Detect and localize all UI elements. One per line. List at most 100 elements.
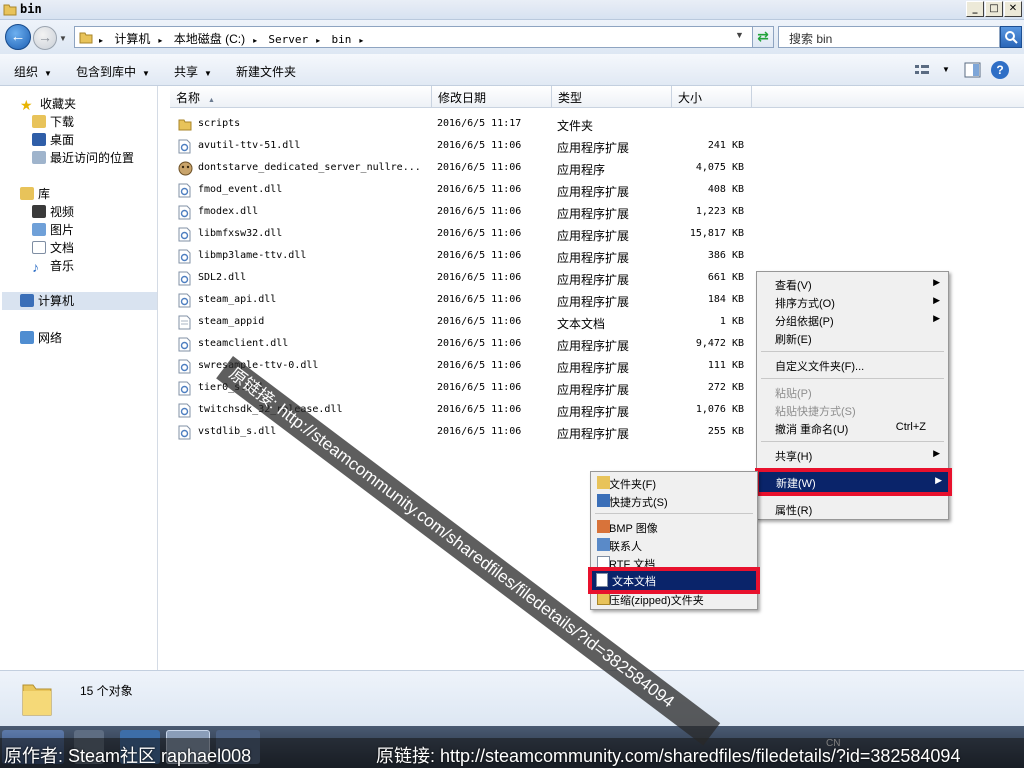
new-folder-button[interactable]: 新建文件夹 [236, 63, 296, 80]
folder-icon [79, 30, 93, 44]
file-type: 文件夹 [557, 119, 594, 133]
breadcrumb[interactable]: ▸ 计算机 ▸ 本地磁盘 (C:) ▸ Server ▸ bin ▸ [99, 30, 371, 47]
dll-file-icon [178, 139, 192, 154]
nav-computer[interactable]: 计算机 [2, 292, 157, 310]
breadcrumb-drive[interactable]: 本地磁盘 (C:) [174, 32, 245, 46]
address-dropdown-icon[interactable]: ▼ [735, 30, 744, 40]
folder-icon [597, 476, 610, 489]
menu-item-properties[interactable]: 属性(R) [759, 500, 946, 518]
submenu-item-bmp[interactable]: BMP 图像 [593, 518, 755, 536]
dll-file-icon [178, 271, 192, 286]
nav-network[interactable]: 网络 [20, 329, 62, 347]
submenu-item-folder[interactable]: 文件夹(F) [593, 474, 755, 492]
file-name: fmodex.dll [198, 206, 259, 217]
history-dropdown-icon[interactable]: ▼ [59, 34, 67, 43]
maximize-button[interactable]: □ [985, 1, 1003, 17]
file-size: 255 KB [707, 426, 744, 437]
file-row[interactable]: dontstarve_dedicated_server_nullre... 201… [176, 158, 776, 180]
menu-item-paste: 粘贴(P) [775, 388, 812, 400]
file-size: 1 KB [719, 316, 744, 327]
file-row[interactable]: libmp3lame-ttv.dll 2016/6/5 11:06 应用程序扩展 38… [176, 246, 776, 268]
dll-file-icon [178, 227, 192, 242]
text-document-icon [596, 573, 608, 587]
forward-button[interactable]: → [33, 26, 57, 50]
address-bar[interactable]: ▸ 计算机 ▸ 本地磁盘 (C:) ▸ Server ▸ bin ▸ ▼ [74, 26, 774, 48]
breadcrumb-bin[interactable]: bin [332, 33, 352, 46]
nav-pictures[interactable]: 图片 [32, 221, 74, 239]
menu-item-customize[interactable]: 自定义文件夹(F)... [759, 356, 946, 374]
column-header-type[interactable]: 类型 [552, 86, 672, 108]
submenu-arrow-icon: ▶ [933, 448, 940, 458]
nav-recent[interactable]: 最近访问的位置 [32, 149, 134, 167]
file-row[interactable]: swresample-ttv-0.dll 2016/6/5 11:06 应用程序扩展… [176, 356, 776, 378]
menu-item-view[interactable]: 查看(V) ▶ [759, 275, 946, 293]
help-icon[interactable]: ? [991, 61, 1009, 79]
column-header-date[interactable]: 修改日期 [432, 86, 552, 108]
menu-item-share[interactable]: 共享(H) ▶ [759, 446, 946, 464]
menu-item-group[interactable]: 分组依据(P) ▶ [759, 311, 946, 329]
preview-pane-icon[interactable] [964, 62, 981, 78]
back-button[interactable]: ← [5, 24, 31, 50]
nav-documents[interactable]: 文档 [32, 239, 74, 257]
breadcrumb-server[interactable]: Server [268, 33, 308, 46]
menu-item-refresh[interactable]: 刷新(E) [759, 329, 946, 347]
file-type: 应用程序扩展 [557, 427, 630, 441]
file-row[interactable]: fmod_event.dll 2016/6/5 11:06 应用程序扩展 408 KB [176, 180, 776, 202]
submenu-item-shortcut[interactable]: 快捷方式(S) [593, 492, 755, 510]
dll-file-icon [178, 337, 192, 352]
menu-item-sort[interactable]: 排序方式(O) ▶ [759, 293, 946, 311]
nav-desktop[interactable]: 桌面 [32, 131, 74, 149]
column-header-name[interactable]: 名称 ▲ [170, 86, 432, 108]
nav-label: 桌面 [50, 133, 75, 147]
file-row[interactable]: fmodex.dll 2016/6/5 11:06 应用程序扩展 1,223 KB [176, 202, 776, 224]
breadcrumb-computer[interactable]: 计算机 [114, 32, 150, 46]
file-row[interactable]: steam_appid 2016/6/5 11:06 文本文档 1 KB [176, 312, 776, 334]
nav-libraries[interactable]: 库 [20, 185, 50, 203]
nav-downloads[interactable]: 下载 [32, 113, 74, 131]
file-date: 2016/6/5 11:06 [437, 404, 522, 415]
file-row[interactable]: libmfxsw32.dll 2016/6/5 11:06 应用程序扩展 15,817… [176, 224, 776, 246]
file-date: 2016/6/5 11:06 [437, 294, 522, 305]
menu-label: 共享(H) [775, 451, 813, 463]
nav-label: 图片 [50, 223, 75, 237]
dll-file-icon [178, 381, 192, 396]
file-row[interactable]: avutil-ttv-51.dll 2016/6/5 11:06 应用程序扩展 241… [176, 136, 776, 158]
share-label: 共享 [174, 65, 199, 79]
application-icon [178, 161, 193, 176]
organize-menu[interactable]: 组织 ▼ [14, 63, 52, 80]
submenu-item-text-document[interactable]: 文本文档 [592, 571, 756, 590]
search-icon[interactable] [1000, 26, 1022, 48]
submenu-item-contact[interactable]: 联系人 [593, 536, 755, 554]
menu-label: 撤消 重命名(U) [775, 424, 849, 436]
menu-separator [761, 441, 944, 442]
file-row[interactable]: vstdlib_s.dll 2016/6/5 11:06 应用程序扩展 255 KB [176, 422, 776, 444]
library-icon [20, 187, 34, 200]
nav-label: 音乐 [50, 259, 75, 273]
file-row[interactable]: steam_api.dll 2016/6/5 11:06 应用程序扩展 184 KB [176, 290, 776, 312]
menu-item-undo[interactable]: 撤消 重命名(U) Ctrl+Z [759, 419, 946, 437]
file-type: 应用程序扩展 [557, 361, 630, 375]
menu-label: 压缩(zipped)文件夹 [609, 595, 704, 607]
nav-videos[interactable]: 视频 [32, 203, 74, 221]
nav-music[interactable]: ♪ 音乐 [32, 257, 74, 275]
submenu-arrow-icon: ▶ [933, 295, 940, 305]
menu-separator [761, 351, 944, 352]
nav-favorites[interactable]: ★ 收藏夹 [20, 95, 76, 113]
file-row[interactable]: scripts 2016/6/5 11:17 文件夹 [176, 114, 776, 136]
view-options-icon[interactable] [914, 63, 930, 77]
column-header-size[interactable]: 大小 [672, 86, 752, 108]
share-menu[interactable]: 共享 ▼ [174, 63, 212, 80]
search-input[interactable]: 搜索 bin [778, 26, 1000, 48]
file-row[interactable]: steamclient.dll 2016/6/5 11:06 应用程序扩展 9,472… [176, 334, 776, 356]
menu-item-new[interactable]: 新建(W) ▶ [759, 472, 948, 492]
menu-separator [761, 378, 944, 379]
file-row[interactable]: SDL2.dll 2016/6/5 11:06 应用程序扩展 661 KB [176, 268, 776, 290]
include-in-library-menu[interactable]: 包含到库中 ▼ [76, 63, 150, 80]
dll-file-icon [178, 249, 192, 264]
bmp-image-icon [597, 520, 610, 533]
minimize-button[interactable]: _ [966, 1, 984, 17]
close-button[interactable]: ✕ [1004, 1, 1022, 17]
refresh-button[interactable]: ⇄ [752, 26, 774, 48]
network-icon [20, 331, 34, 344]
view-dropdown-icon[interactable]: ▼ [942, 65, 950, 74]
